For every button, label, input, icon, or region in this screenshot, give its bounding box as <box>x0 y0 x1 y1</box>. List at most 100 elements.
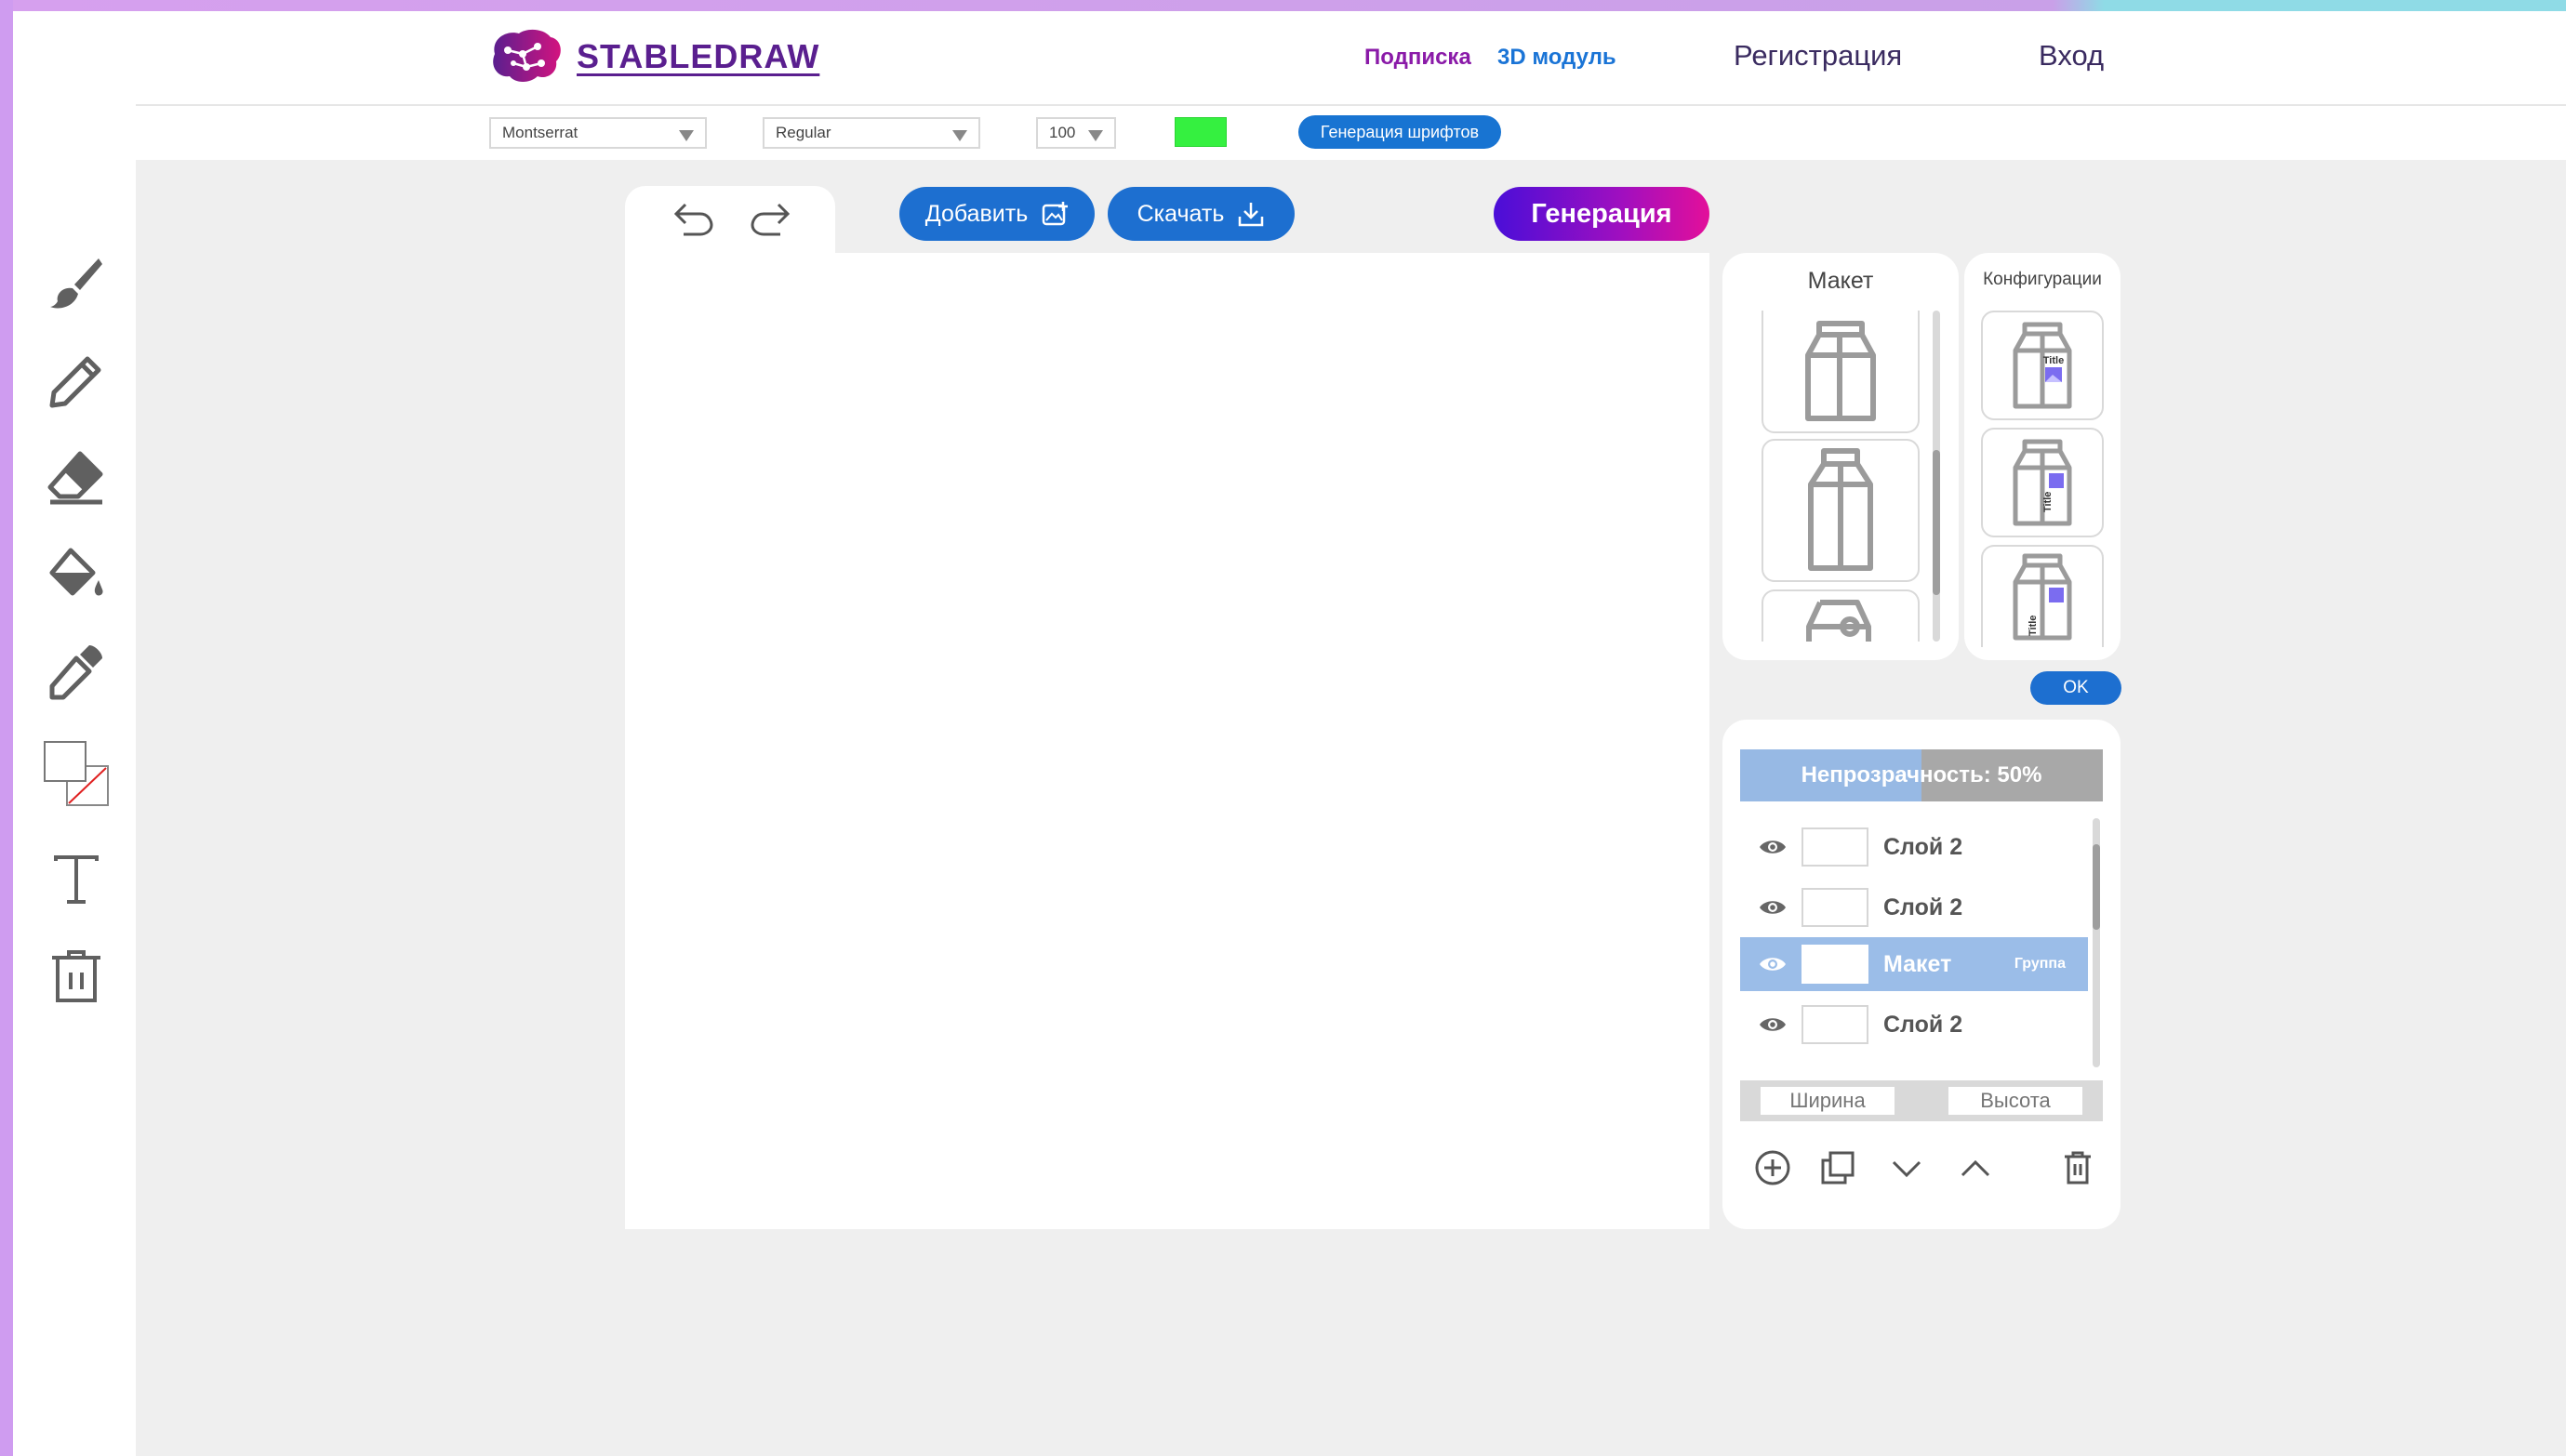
pencil-tool[interactable] <box>41 346 112 417</box>
opacity-label: Непрозрачность: 50% <box>1801 762 2042 788</box>
font-size-value: 100 <box>1049 124 1076 141</box>
trash-icon <box>2065 1151 2091 1185</box>
visibility-toggle[interactable] <box>1759 1015 1787 1034</box>
font-weight-value: Regular <box>776 124 831 141</box>
layer-row[interactable]: Слой 2 <box>1740 998 2088 1052</box>
brush-tool[interactable] <box>41 247 112 318</box>
duplicate-icon <box>1821 1151 1855 1185</box>
carton-config-icon: Title <box>2013 322 2072 409</box>
logo[interactable]: STABLEDRAW <box>485 26 819 87</box>
eye-icon <box>1760 901 1786 914</box>
layer-thumbnail <box>1802 945 1868 984</box>
config-panel-title: Конфигурации <box>1983 270 2102 289</box>
config-thumb-3[interactable]: Title <box>1981 545 2104 647</box>
layer-name: Слой 2 <box>1883 1011 1963 1038</box>
chevron-down-icon <box>1088 130 1103 141</box>
delete-layer-button[interactable] <box>2057 1147 2098 1188</box>
color-swap-icon <box>44 741 109 806</box>
eye-icon <box>1760 1018 1786 1031</box>
ok-button[interactable]: OK <box>2030 671 2121 705</box>
nav-subscription-link[interactable]: Подписка <box>1364 45 1471 71</box>
add-image-button[interactable]: Добавить <box>899 187 1095 241</box>
config-thumb-title-3: Title <box>2028 615 2039 636</box>
text-tool[interactable] <box>41 844 112 915</box>
config-panel: Конфигурации Title Title Title <box>1964 253 2121 660</box>
download-button[interactable]: Скачать <box>1108 187 1295 241</box>
maket-scrollbar-thumb[interactable] <box>1933 450 1940 595</box>
eye-icon <box>1760 958 1786 971</box>
text-color-swatch[interactable] <box>1175 117 1227 147</box>
height-input[interactable] <box>1948 1087 2082 1115</box>
visibility-toggle[interactable] <box>1759 955 1787 973</box>
left-accent-strip <box>0 0 13 1456</box>
maket-thumb-carton[interactable] <box>1762 311 1920 433</box>
nav-3d-module-link[interactable]: 3D модуль <box>1497 45 1616 71</box>
opacity-slider[interactable]: Непрозрачность: 50% <box>1740 749 2103 801</box>
generate-button[interactable]: Генерация <box>1494 187 1709 241</box>
move-layer-down-button[interactable] <box>1886 1147 1927 1188</box>
chevron-down-icon <box>952 130 967 141</box>
font-toolbar: Montserrat Regular 100 Генерация шрифтов <box>136 108 2566 158</box>
layers-scrollbar[interactable] <box>2093 818 2100 1067</box>
brush-icon <box>50 258 102 309</box>
brand-name: STABLEDRAW <box>577 37 820 75</box>
font-size-select[interactable]: 100 <box>1036 117 1116 149</box>
undo-icon <box>673 203 713 236</box>
maket-thumb-partial[interactable] <box>1762 589 1920 642</box>
layer-row[interactable]: Слой 2 <box>1740 820 2088 874</box>
move-layer-up-button[interactable] <box>1955 1147 1996 1188</box>
generate-fonts-button[interactable]: Генерация шрифтов <box>1298 115 1501 149</box>
pencil-icon <box>49 356 101 408</box>
header: STABLEDRAW Подписка 3D модуль Регистраци… <box>136 11 2566 106</box>
maket-panel: Макет <box>1722 253 1959 660</box>
download-button-label: Скачать <box>1137 200 1225 227</box>
drawing-canvas[interactable] <box>625 253 1709 1229</box>
layer-row-selected[interactable]: Макет Группа <box>1740 937 2088 991</box>
add-layer-button[interactable] <box>1752 1147 1793 1188</box>
eraser-icon <box>47 451 103 505</box>
layer-thumbnail <box>1802 888 1868 927</box>
layer-name: Макет <box>1883 950 1952 977</box>
color-swap-tool[interactable] <box>41 738 112 809</box>
maket-scrollbar[interactable] <box>1933 311 1940 642</box>
eye-icon <box>1760 841 1786 854</box>
chevron-down-icon <box>679 130 694 141</box>
width-input[interactable] <box>1761 1087 1895 1115</box>
duplicate-layer-button[interactable] <box>1817 1147 1858 1188</box>
eraser-tool[interactable] <box>41 443 112 513</box>
layer-name: Слой 2 <box>1883 893 1963 920</box>
font-family-value: Montserrat <box>502 124 578 141</box>
visibility-toggle[interactable] <box>1759 898 1787 917</box>
top-accent-strip <box>0 0 2566 11</box>
milk-carton-icon <box>1805 321 1876 421</box>
font-weight-select[interactable]: Regular <box>763 117 980 149</box>
visibility-toggle[interactable] <box>1759 838 1787 856</box>
config-thumb-title-1: Title <box>2043 355 2064 366</box>
carton-config-icon: Title <box>2013 553 2072 641</box>
layer-thumbnail <box>1802 1005 1868 1044</box>
carton-config-icon: Title <box>2013 439 2072 526</box>
layer-group-badge: Группа <box>2014 956 2066 972</box>
paint-bucket-tool[interactable] <box>41 539 112 610</box>
nav-login-link[interactable]: Вход <box>2039 39 2104 73</box>
layer-name: Слой 2 <box>1883 833 1963 860</box>
tall-carton-icon <box>1808 448 1873 571</box>
brain-logo-icon <box>493 29 561 82</box>
add-button-label: Добавить <box>924 200 1029 227</box>
nav-register-link[interactable]: Регистрация <box>1734 39 1902 73</box>
size-bar <box>1740 1080 2103 1121</box>
config-thumb-2[interactable]: Title <box>1981 428 2104 537</box>
carton-partial-icon <box>1806 600 1871 642</box>
add-image-icon <box>1043 202 1069 226</box>
redo-button[interactable] <box>744 193 796 245</box>
config-thumb-1[interactable]: Title <box>1981 311 2104 420</box>
maket-thumb-tall-carton[interactable] <box>1762 439 1920 582</box>
layer-row[interactable]: Слой 2 <box>1740 880 2088 934</box>
redo-icon <box>751 203 791 236</box>
layers-scrollbar-thumb[interactable] <box>2093 844 2100 930</box>
undo-button[interactable] <box>668 193 720 245</box>
eyedropper-tool[interactable] <box>41 636 112 707</box>
font-family-select[interactable]: Montserrat <box>489 117 707 149</box>
delete-tool[interactable] <box>41 941 112 1012</box>
layer-thumbnail <box>1802 827 1868 867</box>
